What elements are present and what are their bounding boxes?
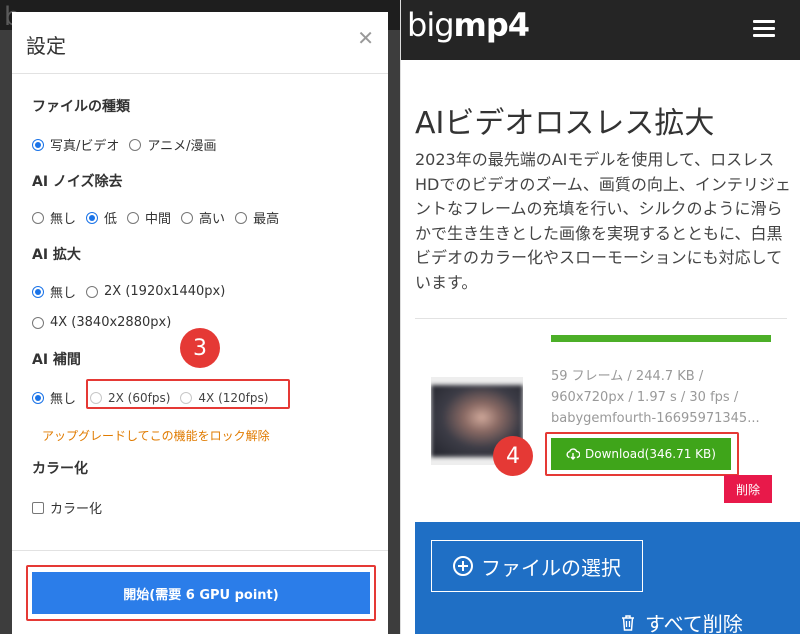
upload-area: ファイルの選択 すべて削除 xyxy=(415,522,800,634)
page-description: 2023年の最先端のAIモデルを使用して、ロスレスHDでのビデオのズーム、画質の… xyxy=(415,150,791,292)
radio-selected-icon xyxy=(32,138,44,151)
highlight-box-interp xyxy=(86,379,290,409)
radio-selected-icon xyxy=(32,391,44,404)
hamburger-menu-icon[interactable] xyxy=(753,20,775,38)
checkbox-icon xyxy=(32,501,44,514)
file-meta-line: 960x720px / 1.97 s / 30 fps / xyxy=(551,390,739,405)
download-label: Download(346.71 KB) xyxy=(585,447,716,461)
progress-bar xyxy=(551,335,771,342)
close-icon[interactable]: ✕ xyxy=(357,26,374,50)
upscale-options-row2: 4X (3840x2880px) xyxy=(32,315,181,330)
upscale-2x[interactable]: 2X (1920x1440px) xyxy=(86,284,225,299)
upscale-title: AI 拡大 xyxy=(32,247,81,263)
cloud-download-icon xyxy=(566,448,581,460)
clear-all-button[interactable]: すべて削除 xyxy=(621,608,743,634)
noise-medium[interactable]: 中間 xyxy=(127,208,171,227)
radio-selected-icon xyxy=(32,285,44,298)
radio-icon xyxy=(127,211,140,224)
radio-icon xyxy=(129,138,142,151)
main-page: bigmp4 AIビデオロスレス拡大 2023年の最先端のAIモデルを使用して、… xyxy=(400,0,800,634)
dialog-header: 設定 ✕ xyxy=(12,12,388,74)
top-navbar: bigmp4 xyxy=(401,0,800,60)
download-button[interactable]: Download(346.71 KB) xyxy=(551,438,731,470)
radio-icon xyxy=(181,211,194,224)
radio-icon xyxy=(235,211,248,224)
noise-options: 無し 低 中間 高い 最高 xyxy=(32,208,289,227)
divider xyxy=(415,318,787,319)
start-button[interactable]: 開始(需要 6 GPU point) xyxy=(32,572,370,614)
step-4-marker: 4 xyxy=(493,436,533,476)
progress-fill xyxy=(551,335,771,342)
noise-max[interactable]: 最高 xyxy=(235,208,279,227)
dialog-title: 設定 xyxy=(26,34,66,58)
plus-circle-icon xyxy=(453,556,473,576)
upscale-4x[interactable]: 4X (3840x2880px) xyxy=(32,315,171,330)
colorize-title: カラー化 xyxy=(32,461,88,477)
colorize-options: カラー化 xyxy=(32,498,112,517)
colorize-checkbox[interactable]: カラー化 xyxy=(32,498,102,517)
radio-selected-icon xyxy=(86,211,99,224)
radio-icon xyxy=(86,285,99,298)
file-type-anime[interactable]: アニメ/漫画 xyxy=(129,135,217,154)
interp-none[interactable]: 無し xyxy=(32,388,76,407)
settings-dialog: 設定 ✕ ファイルの種類 写真/ビデオ アニメ/漫画 AI ノイズ除去 無し 低… xyxy=(12,12,388,634)
upscale-none[interactable]: 無し xyxy=(32,282,76,301)
trash-icon xyxy=(622,614,634,631)
select-file-button[interactable]: ファイルの選択 xyxy=(431,540,643,592)
file-type-photo-video[interactable]: 写真/ビデオ xyxy=(32,135,119,154)
noise-high[interactable]: 高い xyxy=(181,208,225,227)
clear-all-label: すべて削除 xyxy=(645,612,743,634)
interp-title: AI 補間 xyxy=(32,352,81,368)
radio-icon xyxy=(32,211,44,224)
delete-button[interactable]: 削除 xyxy=(724,475,772,503)
upscale-options-row1: 無し 2X (1920x1440px) xyxy=(32,282,235,301)
radio-icon xyxy=(32,316,44,329)
noise-title: AI ノイズ除去 xyxy=(32,174,123,190)
noise-low[interactable]: 低 xyxy=(86,208,117,227)
file-meta-line: 59 フレーム / 244.7 KB / xyxy=(551,369,704,384)
step-3-marker: 3 xyxy=(180,328,220,368)
noise-none[interactable]: 無し xyxy=(32,208,76,227)
file-name: babygemfourth-16695971345... xyxy=(551,411,760,426)
page-title: AIビデオロスレス拡大 xyxy=(415,106,715,141)
dialog-footer: 開始(需要 6 GPU point) xyxy=(12,550,388,634)
file-type-options: 写真/ビデオ アニメ/漫画 xyxy=(32,135,227,154)
select-file-label: ファイルの選択 xyxy=(481,555,621,580)
file-meta: 59 フレーム / 244.7 KB / 960x720px / 1.97 s … xyxy=(551,366,783,429)
file-type-title: ファイルの種類 xyxy=(32,99,130,115)
site-logo[interactable]: bigmp4 xyxy=(407,6,530,44)
upgrade-note: アップグレードしてこの機能をロック解除 xyxy=(42,429,270,443)
